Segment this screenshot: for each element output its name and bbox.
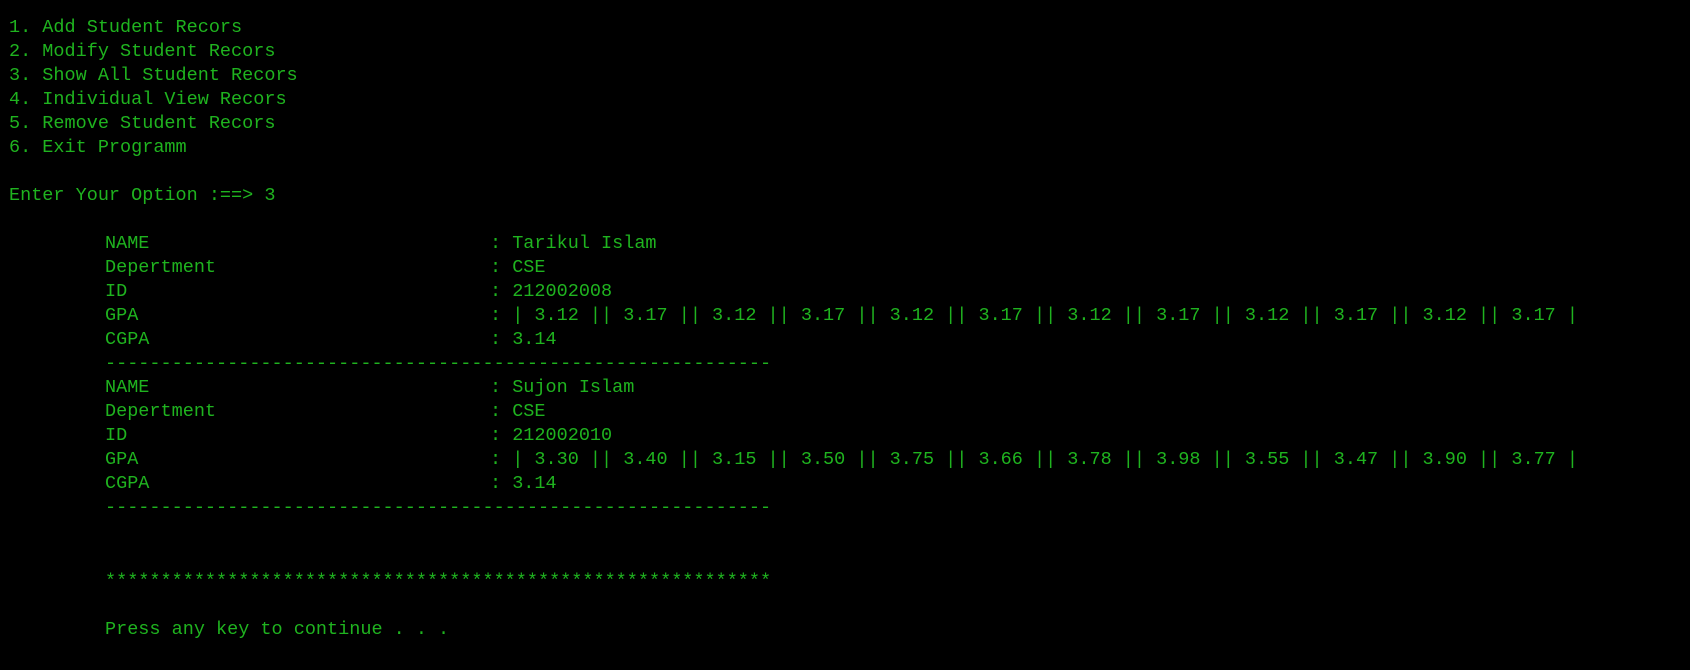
menu-item-remove: 5. Remove Student Recors: [9, 113, 276, 134]
name-value: : Sujon Islam: [490, 377, 635, 398]
name-label: NAME: [105, 377, 150, 398]
gpa-value: : | 3.12 || 3.17 || 3.12 || 3.17 || 3.12…: [490, 305, 1578, 326]
stars-divider: ****************************************…: [105, 571, 772, 592]
gpa-label: GPA: [105, 449, 139, 470]
option-prompt-label: Enter Your Option :==>: [9, 185, 265, 206]
menu-item-add: 1. Add Student Recors: [9, 17, 243, 38]
record-separator: ----------------------------------------…: [105, 497, 772, 518]
cgpa-label: CGPA: [105, 329, 150, 350]
department-value: : CSE: [490, 257, 546, 278]
menu-item-individual-view: 4. Individual View Recors: [9, 89, 287, 110]
menu-item-exit: 6. Exit Programm: [9, 137, 187, 158]
record-separator: ----------------------------------------…: [105, 353, 772, 374]
option-input-value[interactable]: 3: [264, 185, 275, 206]
id-label: ID: [105, 425, 128, 446]
id-label: ID: [105, 281, 128, 302]
continue-prompt[interactable]: Press any key to continue . . .: [105, 618, 449, 642]
menu-item-modify: 2. Modify Student Recors: [9, 41, 276, 62]
name-label: NAME: [105, 233, 150, 254]
department-value: : CSE: [490, 401, 546, 422]
id-value: : 212002008: [490, 281, 613, 302]
id-value: : 212002010: [490, 425, 613, 446]
option-prompt[interactable]: Enter Your Option :==> 3: [9, 184, 275, 208]
cgpa-value: : 3.14: [490, 329, 557, 350]
cgpa-label: CGPA: [105, 473, 150, 494]
department-label: Depertment: [105, 401, 217, 422]
menu-item-show-all: 3. Show All Student Recors: [9, 65, 298, 86]
department-label: Depertment: [105, 257, 217, 278]
cgpa-value: : 3.14: [490, 473, 557, 494]
name-value: : Tarikul Islam: [490, 233, 657, 254]
gpa-value: : | 3.30 || 3.40 || 3.15 || 3.50 || 3.75…: [490, 449, 1578, 470]
gpa-label: GPA: [105, 305, 139, 326]
